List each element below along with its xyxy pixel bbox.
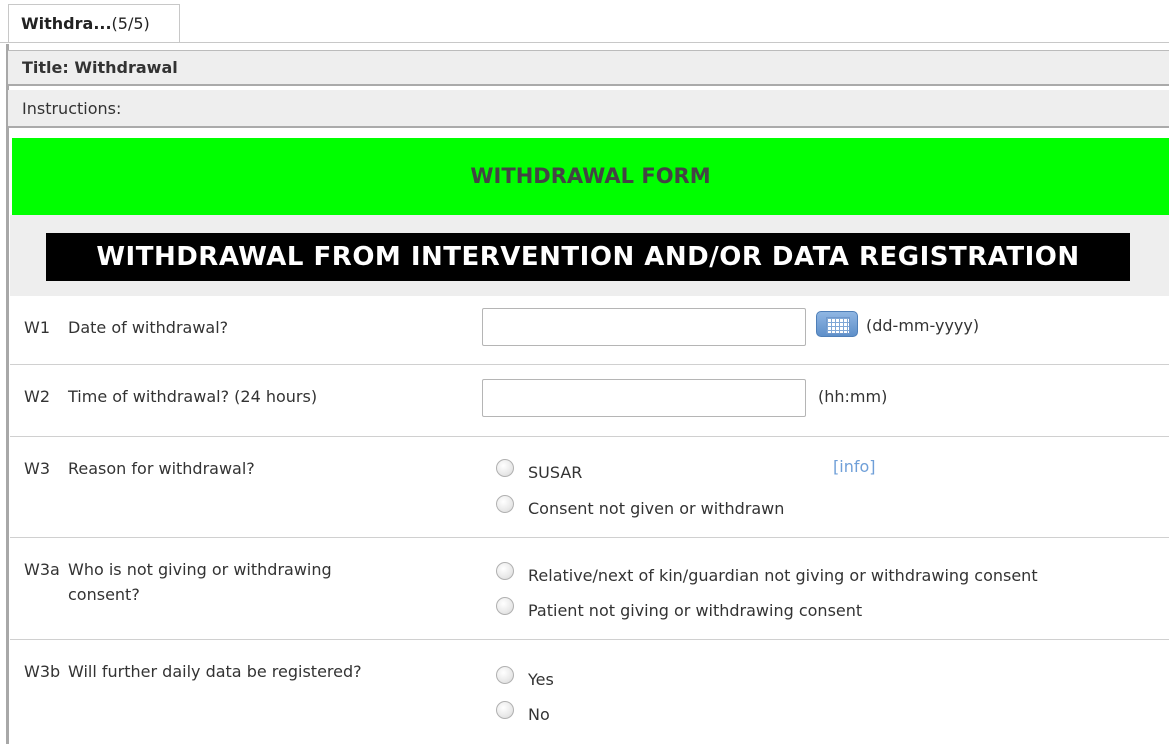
radio-icon[interactable] bbox=[496, 597, 514, 615]
tab-count: (5/5) bbox=[111, 14, 150, 33]
form-banner: WITHDRAWAL FORM bbox=[12, 138, 1169, 215]
question-number: W1 bbox=[24, 318, 50, 337]
withdrawal-time-input[interactable] bbox=[482, 379, 806, 417]
question-number: W3b bbox=[24, 662, 61, 681]
question-row-w1: W1 Date of withdrawal? (dd-mm-yyyy) bbox=[10, 296, 1169, 365]
radio-icon[interactable] bbox=[496, 459, 514, 477]
calendar-icon[interactable] bbox=[816, 311, 858, 337]
question-number: W3 bbox=[24, 459, 50, 478]
radio-icon[interactable] bbox=[496, 495, 514, 513]
tab-name: Withdra... bbox=[21, 14, 112, 33]
question-text: Time of withdrawal? (24 hours) bbox=[68, 387, 318, 406]
radio-icon[interactable] bbox=[496, 666, 514, 684]
withdrawal-date-input[interactable] bbox=[482, 308, 806, 346]
question-row-w2: W2 Time of withdrawal? (24 hours) (hh:mm… bbox=[10, 365, 1169, 437]
question-row-w3: W3 Reason for withdrawal? SUSAR [info] C… bbox=[10, 437, 1169, 538]
form-instructions: Instructions: bbox=[8, 90, 1169, 128]
radio-icon[interactable] bbox=[496, 562, 514, 580]
question-number: W3a bbox=[24, 560, 60, 579]
question-text: Reason for withdrawal? bbox=[68, 459, 255, 478]
question-row-w3b: W3b Will further daily data be registere… bbox=[10, 640, 1169, 740]
form-tab[interactable]: Withdra...(5/5) bbox=[8, 4, 180, 42]
question-text: Will further daily data be registered? bbox=[68, 662, 362, 681]
info-link[interactable]: [info] bbox=[833, 457, 876, 476]
time-format-hint: (hh:mm) bbox=[818, 387, 888, 406]
question-text-continued: consent? bbox=[68, 585, 140, 604]
section-heading: WITHDRAWAL FROM INTERVENTION AND/OR DATA… bbox=[46, 233, 1130, 281]
tab-divider bbox=[0, 42, 1169, 43]
form-title: Title: Withdrawal bbox=[8, 50, 1169, 86]
question-number: W2 bbox=[24, 387, 50, 406]
radio-icon[interactable] bbox=[496, 701, 514, 719]
question-text: Who is not giving or withdrawing bbox=[68, 560, 332, 579]
date-format-hint: (dd-mm-yyyy) bbox=[866, 316, 980, 335]
question-row-w3a: W3a Who is not giving or withdrawing con… bbox=[10, 538, 1169, 640]
question-text: Date of withdrawal? bbox=[68, 318, 229, 337]
